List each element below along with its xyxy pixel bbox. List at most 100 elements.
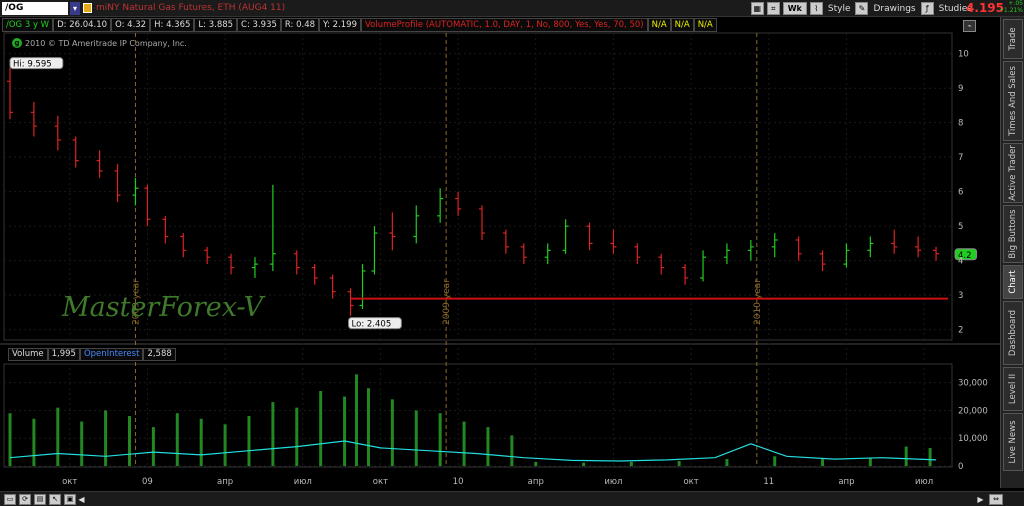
volume-bar [175, 413, 179, 466]
bottom-toolbar: ▭ ⟳ ▤ ↖ ▣ ◀ ▶ ⇔ [0, 491, 1024, 506]
ohlc-bar [180, 233, 187, 258]
ohlc-bar [54, 115, 61, 151]
ohlc-bar [682, 264, 689, 285]
volume-label[interactable]: Volume [8, 348, 48, 361]
time-tick-label: окт [373, 477, 388, 487]
volume-bar [821, 459, 825, 466]
ohlc-bar [843, 243, 850, 268]
year-separator-label: 2010 year [753, 279, 763, 325]
low-marker: Lo: 2.405 [348, 317, 402, 330]
volume-bar [355, 374, 359, 466]
tab-chart[interactable]: Chart [1003, 265, 1023, 299]
volume-bar [199, 418, 203, 466]
time-tick-label: июл [294, 477, 312, 487]
tab-dashboard[interactable]: Dashboard [1003, 301, 1023, 365]
ohlc-bar [795, 236, 802, 261]
ohlc-bar [562, 219, 569, 254]
reset-icon[interactable]: ⟳ [19, 494, 31, 505]
time-tick-label: 11 [763, 477, 774, 487]
time-tick-label: 09 [142, 477, 153, 487]
ohlc-bar [96, 150, 103, 178]
high-marker-text: Hi: 9.595 [13, 60, 52, 70]
volume-bar [32, 418, 36, 466]
volume-bar [438, 413, 442, 466]
volume-bar [343, 396, 347, 466]
open-interest-label[interactable]: OpenInterest [79, 348, 144, 361]
ohlc-bar [658, 253, 665, 275]
volume-bar [366, 388, 370, 466]
time-tick-label: июл [915, 477, 933, 487]
high-marker: Hi: 9.595 [9, 57, 64, 70]
ohlc-bar [389, 212, 396, 251]
ohlc-bar [30, 101, 37, 137]
tab-trade[interactable]: Trade [1003, 19, 1023, 59]
open-interest-value: 2,588 [143, 348, 176, 361]
volume-bar [725, 459, 729, 466]
time-tick-label: июл [604, 477, 622, 487]
ohlc-bar [413, 205, 420, 244]
price-tick-label: 5 [958, 222, 963, 232]
volume-bar [868, 457, 872, 466]
cursor-icon[interactable]: ↖ [49, 494, 61, 505]
volume-bar [462, 421, 466, 466]
volume-bar [534, 461, 538, 466]
price-tick-label: 7 [958, 153, 963, 163]
volume-bar [510, 435, 514, 466]
volume-tick-label: 10,000 [958, 434, 988, 444]
ohlc-bar [144, 184, 151, 227]
tab-active-trader[interactable]: Active Trader [1003, 143, 1023, 203]
volume-bar [582, 462, 586, 466]
ohlc-bar [228, 253, 235, 275]
volume-bar [80, 421, 84, 466]
volume-bar [773, 456, 777, 466]
tab-live-news[interactable]: Live News [1003, 413, 1023, 471]
volume-tick-label: 30,000 [958, 379, 988, 389]
ohlc-bar [114, 164, 121, 203]
zoom-icon[interactable]: ▭ [4, 494, 16, 505]
volume-bar [486, 427, 490, 466]
ohlc-bar [437, 188, 444, 223]
low-marker-text: Lo: 2.405 [352, 320, 392, 330]
expand-icon[interactable]: ⇔ [989, 494, 1003, 505]
price-change: +.05 +1.21% [999, 0, 1023, 14]
volume-bar [127, 416, 131, 466]
volume-pane-frame [3, 363, 953, 468]
ohlc-bar [455, 191, 462, 216]
volume-bar [928, 447, 932, 466]
tab-level-ii[interactable]: Level II [1003, 367, 1023, 411]
ohlc-bar [371, 226, 378, 275]
ohlc-bar [132, 177, 139, 206]
ohlc-bar [293, 250, 300, 275]
ohlc-bar [502, 229, 509, 254]
time-tick-label: апр [838, 477, 854, 487]
open-interest-line [9, 440, 937, 462]
volume-header: Volume 1,995 OpenInterest 2,588 [8, 348, 176, 361]
time-tick-label: окт [62, 477, 77, 487]
ohlc-bar [251, 257, 258, 278]
year-separator-label: 2009 year [442, 279, 452, 325]
volume-tick-label: 20,000 [958, 406, 988, 416]
volume-bar [295, 407, 299, 466]
scroll-right-icon[interactable]: ▶ [975, 494, 986, 505]
price-tick-label: 6 [958, 188, 963, 198]
tab-big-buttons[interactable]: Big Buttons [1003, 205, 1023, 263]
ohlc-bar [891, 229, 898, 254]
ohlc-bar [610, 229, 617, 254]
price-tick-label: 3 [958, 291, 963, 301]
time-tick-label: 10 [453, 477, 464, 487]
price-chart[interactable]: 2009 year 2009 year 2010 year Hi: 9.595Lo:… [0, 0, 1000, 491]
scroll-left-icon[interactable]: ◀ [76, 494, 87, 505]
ohlc-bar [7, 67, 13, 120]
right-side-tabs: Trade Times And Sales Active Trader Big But… [1000, 17, 1024, 488]
change-abs: +.05 [1008, 0, 1023, 7]
crosshair-icon[interactable]: ▣ [64, 494, 76, 505]
time-tick-label: апр [528, 477, 544, 487]
volume-bar [904, 446, 908, 466]
tab-times-and-sales[interactable]: Times And Sales [1003, 61, 1023, 141]
price-tick-label: 4 [958, 257, 963, 267]
price-tick-label: 2 [958, 326, 963, 336]
volume-bar [223, 424, 227, 466]
ohlc-bar [747, 239, 754, 261]
drawing-tools-icon[interactable]: ▤ [34, 494, 46, 505]
ohlc-bar [204, 246, 211, 265]
